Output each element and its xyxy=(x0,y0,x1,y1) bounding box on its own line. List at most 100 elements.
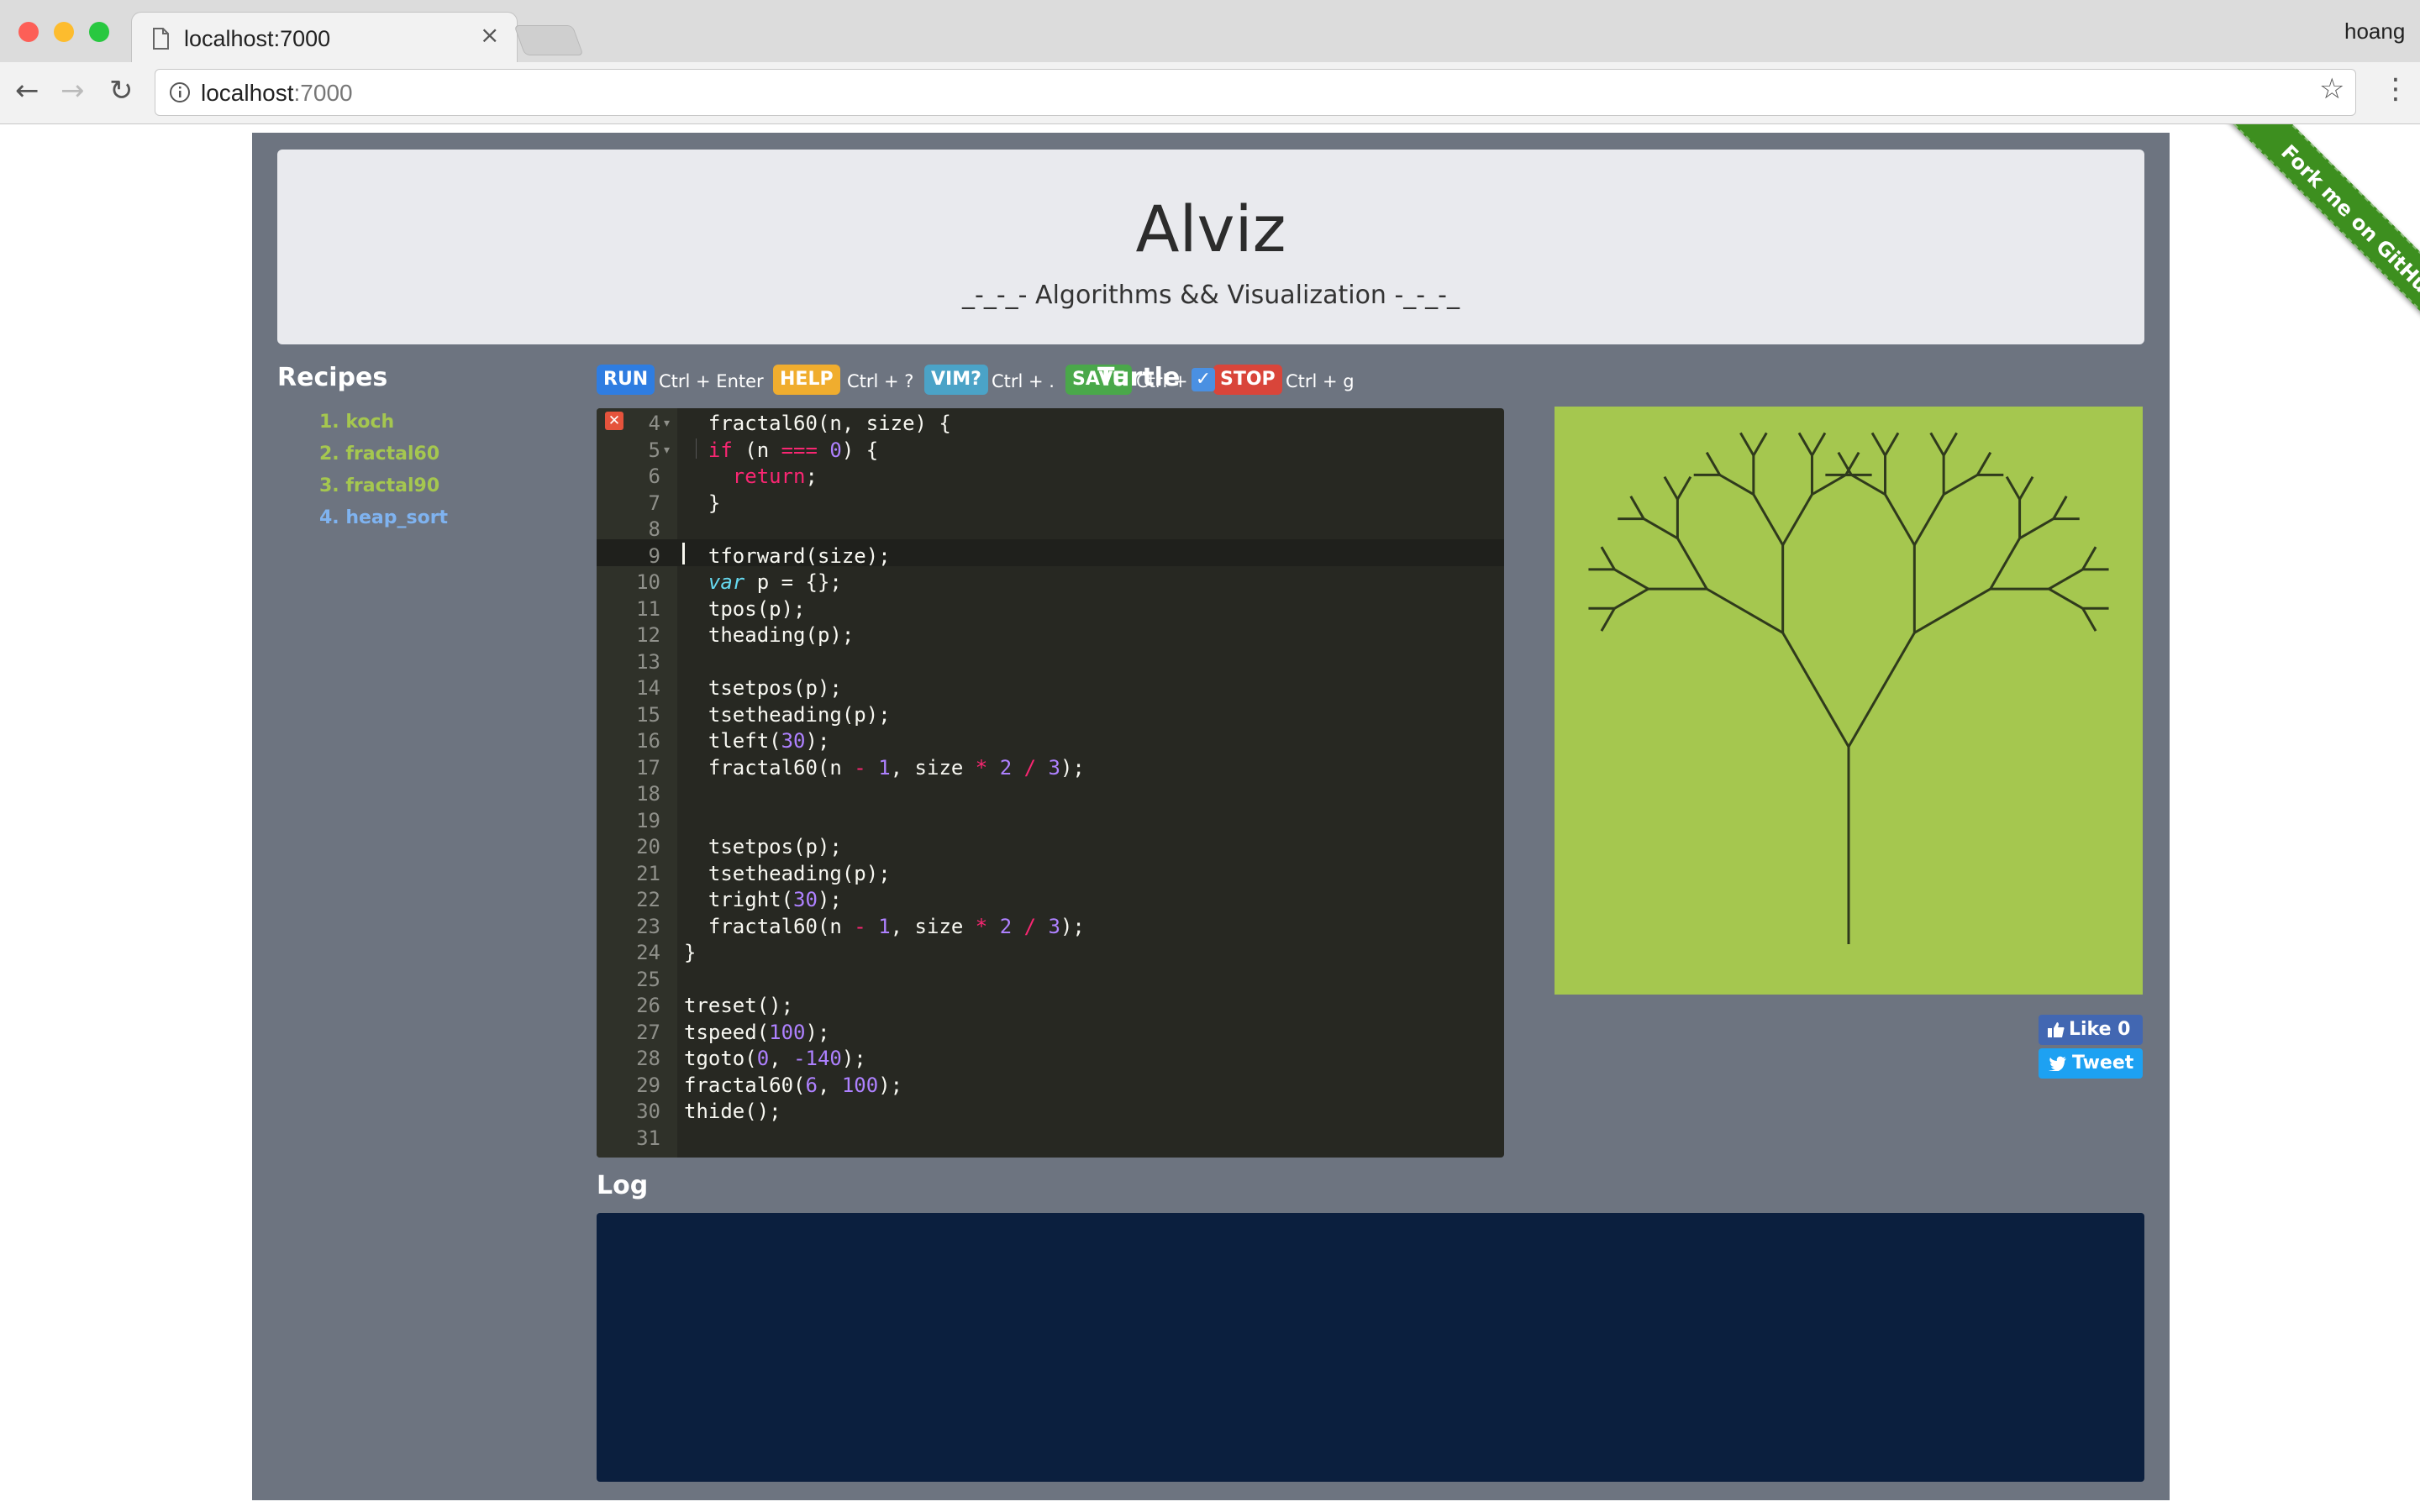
code-line[interactable]: 27 tspeed(100); xyxy=(597,1019,1504,1046)
recipe-item-fractal60[interactable]: 2. fractal60 xyxy=(319,444,439,465)
code-text: fractal60(n - 1, size * 2 / 3); xyxy=(684,914,1085,938)
code-line[interactable]: 6 return; xyxy=(597,463,1504,490)
line-number: 23 xyxy=(636,914,660,938)
code-line[interactable]: 30 thide(); xyxy=(597,1098,1504,1125)
code-text: tgoto(0, -140); xyxy=(684,1047,866,1070)
stop-shortcut: Ctrl + g xyxy=(1286,371,1355,391)
tree-branch xyxy=(1663,475,1679,501)
code-line[interactable]: 12 theading(p); xyxy=(597,622,1504,648)
page-title: Alviz xyxy=(1135,192,1286,266)
code-text: fractal60(6, 100); xyxy=(684,1073,903,1097)
code-line[interactable]: 18 xyxy=(597,780,1504,807)
close-window-button[interactable] xyxy=(18,22,39,42)
code-line[interactable]: 28 tgoto(0, -140); xyxy=(597,1045,1504,1072)
code-line[interactable]: 16 tleft(30); xyxy=(597,727,1504,754)
facebook-like-button[interactable]: Like 0 xyxy=(2039,1015,2143,1045)
tree-branch xyxy=(1676,475,1692,501)
code-line[interactable]: 14 tsetpos(p); xyxy=(597,675,1504,701)
code-line[interactable]: 11 tpos(p); xyxy=(597,596,1504,622)
tweet-label: Tweet xyxy=(2072,1053,2134,1074)
code-line[interactable]: 8 xyxy=(597,516,1504,543)
browser-menu-icon[interactable]: ⋮ xyxy=(2381,72,2410,106)
recipe-item-heap-sort[interactable]: 4. heap_sort xyxy=(319,507,448,528)
code-line[interactable]: 5 ▾ if (n === 0) { xyxy=(597,437,1504,464)
code-line[interactable]: 10 var p = {}; xyxy=(597,569,1504,596)
code-line[interactable]: 15 tsetheading(p); xyxy=(597,701,1504,728)
tree-branch xyxy=(1752,432,1768,456)
turtle-checkbox[interactable]: ✓ xyxy=(1192,368,1215,391)
code-line[interactable]: 7 } xyxy=(597,490,1504,517)
url-text: localhost:7000 xyxy=(201,80,353,107)
vim-button[interactable]: VIM? xyxy=(924,365,988,395)
line-number: 19 xyxy=(636,808,660,832)
code-line[interactable]: 21 tsetheading(p); xyxy=(597,860,1504,887)
tree-branch xyxy=(1942,432,1958,456)
code-text: tspeed(100); xyxy=(684,1020,830,1044)
line-number: 29 xyxy=(636,1073,660,1097)
code-line[interactable]: 25 xyxy=(597,966,1504,993)
new-tab-button[interactable] xyxy=(513,25,584,55)
code-line[interactable]: 24} xyxy=(597,939,1504,966)
code-line[interactable]: 26 treset(); xyxy=(597,992,1504,1019)
fold-arrow-icon[interactable]: ▾ xyxy=(664,410,670,437)
tree-branch xyxy=(1629,496,1645,520)
code-text: fractal60(n, size) { xyxy=(684,412,951,435)
tweet-button[interactable]: Tweet xyxy=(2039,1048,2143,1079)
code-text: tforward(size); xyxy=(684,543,891,568)
line-number: 14 xyxy=(636,676,660,700)
tree-branch xyxy=(1643,517,1679,540)
code-line[interactable]: 4 ▾ fractal60(n, size) { xyxy=(597,410,1504,437)
help-shortcut: Ctrl + ? xyxy=(847,371,914,391)
code-editor[interactable]: ✕ 4 ▾ fractal60(n, size) {5 ▾ if (n === 0)… xyxy=(597,408,1504,1158)
recipe-item-koch[interactable]: 1. koch xyxy=(319,412,394,433)
code-line[interactable]: 23 fractal60(n - 1, size * 2 / 3); xyxy=(597,913,1504,940)
code-line[interactable]: 13 xyxy=(597,648,1504,675)
tree-branch xyxy=(1943,474,1979,496)
log-panel xyxy=(597,1213,2144,1482)
forward-icon[interactable]: → xyxy=(60,74,85,108)
recipe-item-fractal90[interactable]: 3. fractal90 xyxy=(319,475,439,496)
stop-button[interactable]: STOP xyxy=(1213,365,1282,395)
line-number: 7 xyxy=(648,491,660,515)
tree-branch xyxy=(1613,568,1649,591)
code-line[interactable]: 31 xyxy=(597,1125,1504,1152)
line-number: 16 xyxy=(636,729,660,753)
browser-tab[interactable]: localhost:7000 × xyxy=(131,12,518,64)
code-line[interactable]: 29 fractal60(6, 100); xyxy=(597,1072,1504,1099)
code-line[interactable]: 20 tsetpos(p); xyxy=(597,833,1504,860)
tree-branch xyxy=(1884,493,1916,546)
tree-branch xyxy=(1797,432,1813,456)
line-number: 6 xyxy=(648,465,660,488)
app-container: Alviz _-_-_- Algorithms && Visualization… xyxy=(252,133,2170,1500)
profile-name[interactable]: hoang xyxy=(2344,18,2405,45)
turtle-heading: Turtle xyxy=(1097,363,1181,392)
fold-arrow-icon[interactable]: ▾ xyxy=(664,437,670,464)
close-tab-icon[interactable]: × xyxy=(480,21,499,49)
back-icon[interactable]: ← xyxy=(15,74,39,108)
fork-on-github-ribbon[interactable]: Fork me on GitHub xyxy=(2221,124,2420,363)
tree-branch xyxy=(2052,496,2068,520)
tree-branch xyxy=(1781,493,1813,546)
bookmark-star-icon[interactable]: ☆ xyxy=(2319,72,2344,106)
help-button[interactable]: HELP xyxy=(773,365,840,395)
address-bar[interactable]: localhost:7000 xyxy=(155,69,2356,116)
vim-shortcut: Ctrl + . xyxy=(992,371,1055,391)
line-number: 18 xyxy=(636,782,660,806)
line-number: 9 xyxy=(648,543,660,568)
code-line[interactable]: 22 tright(30); xyxy=(597,886,1504,913)
minimize-window-button[interactable] xyxy=(54,22,74,42)
maximize-window-button[interactable] xyxy=(89,22,109,42)
run-button[interactable]: RUN xyxy=(597,365,655,395)
code-line[interactable]: 19 xyxy=(597,807,1504,834)
turtle-canvas xyxy=(1555,407,2143,995)
tree-branch xyxy=(1870,432,1886,456)
code-line[interactable]: 17 fractal60(n - 1, size * 2 / 3); xyxy=(597,754,1504,781)
browser-toolbar: ← → ↻ localhost:7000 ☆ ⋮ xyxy=(0,62,2420,124)
tree-branch xyxy=(1929,432,1945,456)
code-line[interactable]: 9 tforward(size); xyxy=(597,543,1504,570)
reload-icon[interactable]: ↻ xyxy=(109,74,134,108)
tab-title: localhost:7000 xyxy=(184,26,331,51)
code-text: theading(p); xyxy=(684,623,855,647)
tree-branch xyxy=(1781,632,1850,748)
tree-branch xyxy=(2081,607,2097,632)
